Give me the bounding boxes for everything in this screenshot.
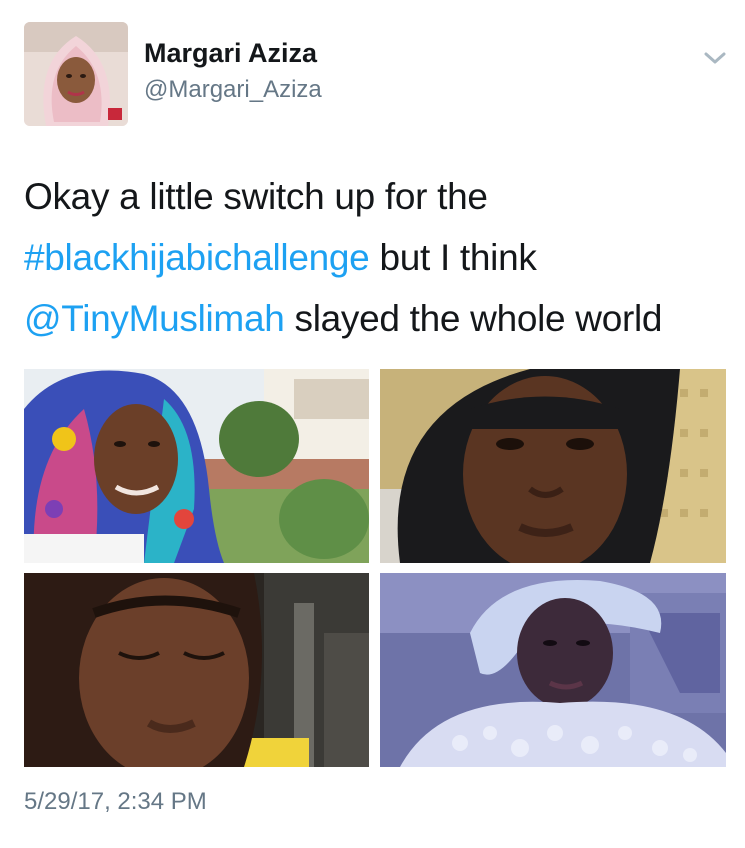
mention-link[interactable]: @TinyMuslimah [24, 298, 285, 339]
media-photo-2[interactable] [380, 369, 726, 563]
tweet-text-segment: but I think [369, 237, 537, 278]
avatar[interactable] [24, 22, 128, 126]
hashtag-link[interactable]: #blackhijabichallenge [24, 237, 370, 278]
tweet-timestamp[interactable]: 5/29/17, 2:34 PM [24, 788, 207, 816]
photo-black-hijab-icon [380, 369, 726, 563]
media-photo-1[interactable] [24, 369, 369, 563]
photo-dark-hijab-eyes-closed-icon [24, 573, 369, 767]
tweet-text-line-3: @TinyMuslimah slayed the whole world [24, 288, 729, 349]
tweet-text-line-1: Okay a little switch up for the [24, 176, 488, 217]
tweet-card: Margari Aziza @Margari_Aziza Okay a litt… [0, 0, 745, 848]
tweet-text: Okay a little switch up for the #blackhi… [24, 166, 729, 349]
media-photo-3[interactable] [24, 573, 369, 767]
chevron-down-icon[interactable] [700, 46, 730, 70]
media-grid [24, 369, 726, 767]
photo-colorful-hijab-icon [24, 369, 369, 563]
media-photo-4[interactable] [380, 573, 726, 767]
tweet-text-segment: slayed the whole world [284, 298, 663, 339]
photo-white-headwrap-icon [380, 573, 726, 767]
user-handle[interactable]: @Margari_Aziza [144, 76, 322, 104]
tweet-text-line-2: #blackhijabichallenge but I think [24, 227, 729, 288]
display-name[interactable]: Margari Aziza [144, 38, 317, 69]
profile-photo-icon [24, 22, 128, 126]
